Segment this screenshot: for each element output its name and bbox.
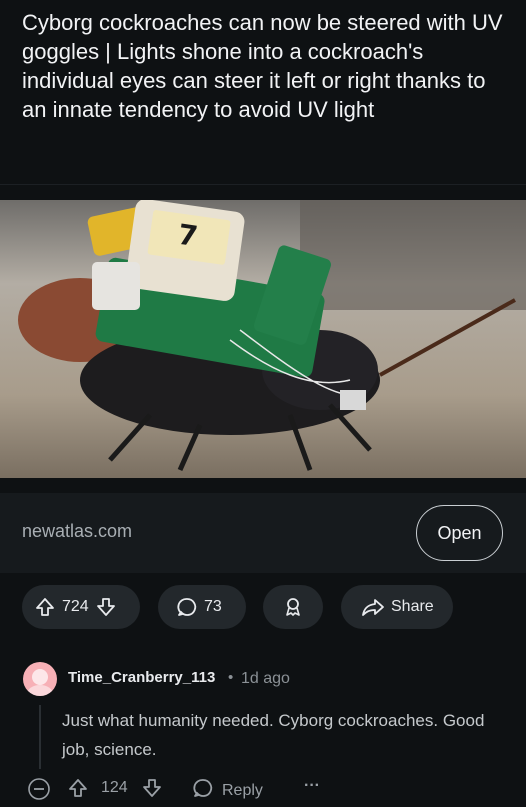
- comment-timestamp: 1d ago: [241, 670, 290, 687]
- more-icon[interactable]: ···: [304, 777, 320, 795]
- downvote-icon[interactable]: [95, 596, 117, 618]
- post-image[interactable]: 7: [0, 200, 526, 478]
- link-domain[interactable]: newatlas.com: [22, 521, 132, 542]
- comments-button[interactable]: 73: [158, 585, 246, 629]
- thread-line[interactable]: [39, 705, 41, 769]
- comment-username[interactable]: Time_Cranberry_113: [68, 669, 215, 686]
- collapse-icon[interactable]: [27, 777, 51, 801]
- award-icon: [282, 596, 304, 618]
- comment-count: 73: [204, 598, 222, 615]
- open-link-button[interactable]: Open: [416, 505, 503, 561]
- vote-pill: 724: [22, 585, 140, 629]
- comment-body: Just what humanity needed. Cyborg cockro…: [62, 711, 485, 759]
- share-button[interactable]: Share: [341, 585, 453, 629]
- upvote-icon[interactable]: [34, 596, 56, 618]
- share-icon: [361, 596, 385, 618]
- separator-dot: •: [228, 669, 234, 686]
- avatar[interactable]: [23, 662, 57, 696]
- upvote-count: 724: [62, 598, 89, 615]
- comment-icon: [176, 596, 198, 618]
- comment-downvote-icon[interactable]: [141, 777, 163, 799]
- reply-button[interactable]: Reply: [192, 777, 263, 804]
- comment-upvote-icon[interactable]: [67, 777, 89, 799]
- comment-actions: 124 Reply ···: [0, 775, 526, 803]
- reply-label: Reply: [222, 781, 263, 799]
- reply-icon: [192, 777, 214, 804]
- award-button[interactable]: [263, 585, 323, 629]
- cockroach-photo: 7: [0, 200, 526, 478]
- share-label: Share: [391, 598, 434, 615]
- comment-upvote-count: 124: [101, 779, 128, 796]
- divider: [0, 184, 526, 185]
- post-title[interactable]: Cyborg cockroaches can now be steered wi…: [22, 8, 512, 124]
